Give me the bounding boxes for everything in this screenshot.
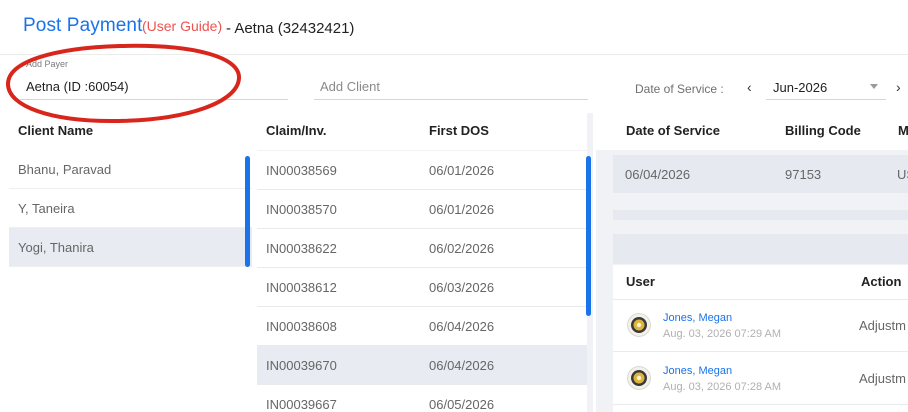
date-of-service-label: Date of Service : xyxy=(635,82,724,96)
claims-panel: Claim/Inv. First DOS IN00038569 06/01/20… xyxy=(257,113,593,412)
user-avatar-icon xyxy=(627,366,651,390)
table-row[interactable]: IN00039667 06/05/2026 xyxy=(257,385,587,412)
claim-id: IN00038608 xyxy=(266,319,337,334)
client-name-header: Client Name xyxy=(18,123,94,138)
audit-action: Adjustm xyxy=(859,371,906,386)
audit-timestamp: Aug. 03, 2026 07:28 AM xyxy=(663,381,782,393)
claim-id: IN00039670 xyxy=(266,358,337,373)
claims-scrollbar[interactable] xyxy=(586,156,591,316)
claim-id: IN00038569 xyxy=(266,163,337,178)
payer-field-underline xyxy=(20,99,288,100)
service-row[interactable]: 06/04/2026 97153 US xyxy=(613,155,908,193)
user-guide-link[interactable]: (User Guide) xyxy=(142,18,222,34)
client-name: Yogi, Thanira xyxy=(18,240,94,255)
service-table-header: Date of Service Billing Code M xyxy=(596,113,908,150)
billing-code-header: Billing Code xyxy=(785,123,861,138)
audit-user-link[interactable]: Jones, Megan xyxy=(663,365,732,377)
client-name: Y, Taneira xyxy=(18,201,75,216)
chevron-down-icon[interactable] xyxy=(870,84,878,89)
table-row[interactable]: IN00038608 06/04/2026 xyxy=(257,307,587,346)
table-row[interactable]: IN00038569 06/01/2026 xyxy=(257,151,587,190)
claims-table-body: IN00038569 06/01/2026 IN00038570 06/01/2… xyxy=(257,151,587,412)
audit-timestamp: Aug. 03, 2026 07:29 AM xyxy=(663,328,782,340)
add-payer-label: Add Payer xyxy=(26,59,69,69)
divider-band xyxy=(613,210,908,220)
service-extra: US xyxy=(897,167,908,182)
first-dos-header: First DOS xyxy=(429,123,489,138)
claim-first-dos: 06/03/2026 xyxy=(429,280,495,295)
table-row[interactable]: IN00038612 06/03/2026 xyxy=(257,268,587,307)
date-of-service-header: Date of Service xyxy=(626,123,720,138)
claim-first-dos: 06/02/2026 xyxy=(429,241,495,256)
next-month-icon[interactable]: › xyxy=(896,79,901,95)
client-list-scrollbar[interactable] xyxy=(245,156,250,267)
client-name: Bhanu, Paravad xyxy=(18,162,112,177)
page-title: Post Payment xyxy=(23,15,143,36)
claim-first-dos: 06/01/2026 xyxy=(429,163,495,178)
table-row[interactable]: IN00038570 06/01/2026 xyxy=(257,190,587,229)
client-item[interactable]: Bhanu, Paravad xyxy=(9,150,252,189)
payer-title: - Aetna (32432421) xyxy=(226,20,355,37)
client-item[interactable]: Y, Taneira xyxy=(9,189,252,228)
billing-code: 97153 xyxy=(785,167,822,182)
month-select-underline xyxy=(766,99,886,100)
page-header: Post Payment (User Guide) - Aetna (32432… xyxy=(0,0,908,55)
audit-user-link[interactable]: Jones, Megan xyxy=(663,312,732,324)
truncated-header: M xyxy=(898,123,908,138)
table-row[interactable]: IN00038622 06/02/2026 xyxy=(257,229,587,268)
service-date: 06/04/2026 xyxy=(625,167,691,182)
client-panel: Client Name Bhanu, Paravad Y, Taneira Yo… xyxy=(9,113,252,412)
claim-first-dos: 06/05/2026 xyxy=(429,397,495,412)
claim-first-dos: 06/04/2026 xyxy=(429,358,495,373)
action-header: Action xyxy=(861,274,902,289)
user-avatar-icon xyxy=(627,313,651,337)
audit-action: Adjustm xyxy=(859,318,906,333)
prev-month-icon[interactable]: ‹ xyxy=(747,79,752,95)
service-detail-panel: Date of Service Billing Code M 06/04/202… xyxy=(596,113,908,412)
claim-first-dos: 06/04/2026 xyxy=(429,319,495,334)
audit-row: Jones, Megan Aug. 03, 2026 07:29 AM Adju… xyxy=(613,300,908,352)
payer-field[interactable]: Aetna (ID :60054) xyxy=(26,79,129,94)
client-list: Bhanu, Paravad Y, Taneira Yogi, Thanira xyxy=(9,150,252,267)
table-row[interactable]: IN00039670 06/04/2026 xyxy=(257,346,587,385)
audit-row: Jones, Megan Aug. 03, 2026 07:28 AM Adju… xyxy=(613,353,908,405)
add-client-input[interactable] xyxy=(320,79,580,94)
claim-id: IN00038612 xyxy=(266,280,337,295)
month-select[interactable]: Jun-2026 xyxy=(773,80,827,95)
client-field-underline xyxy=(314,99,588,100)
client-item[interactable]: Yogi, Thanira xyxy=(9,228,252,267)
user-header: User xyxy=(626,274,655,289)
section-band xyxy=(613,234,908,264)
claims-table-header: Claim/Inv. First DOS xyxy=(257,113,587,150)
claim-id: IN00038622 xyxy=(266,241,337,256)
claim-id: IN00038570 xyxy=(266,202,337,217)
audit-log: User Action Jones, Megan Aug. 03, 2026 0… xyxy=(613,265,908,412)
claim-id: IN00039667 xyxy=(266,397,337,412)
claim-inv-header: Claim/Inv. xyxy=(266,123,327,138)
claim-first-dos: 06/01/2026 xyxy=(429,202,495,217)
